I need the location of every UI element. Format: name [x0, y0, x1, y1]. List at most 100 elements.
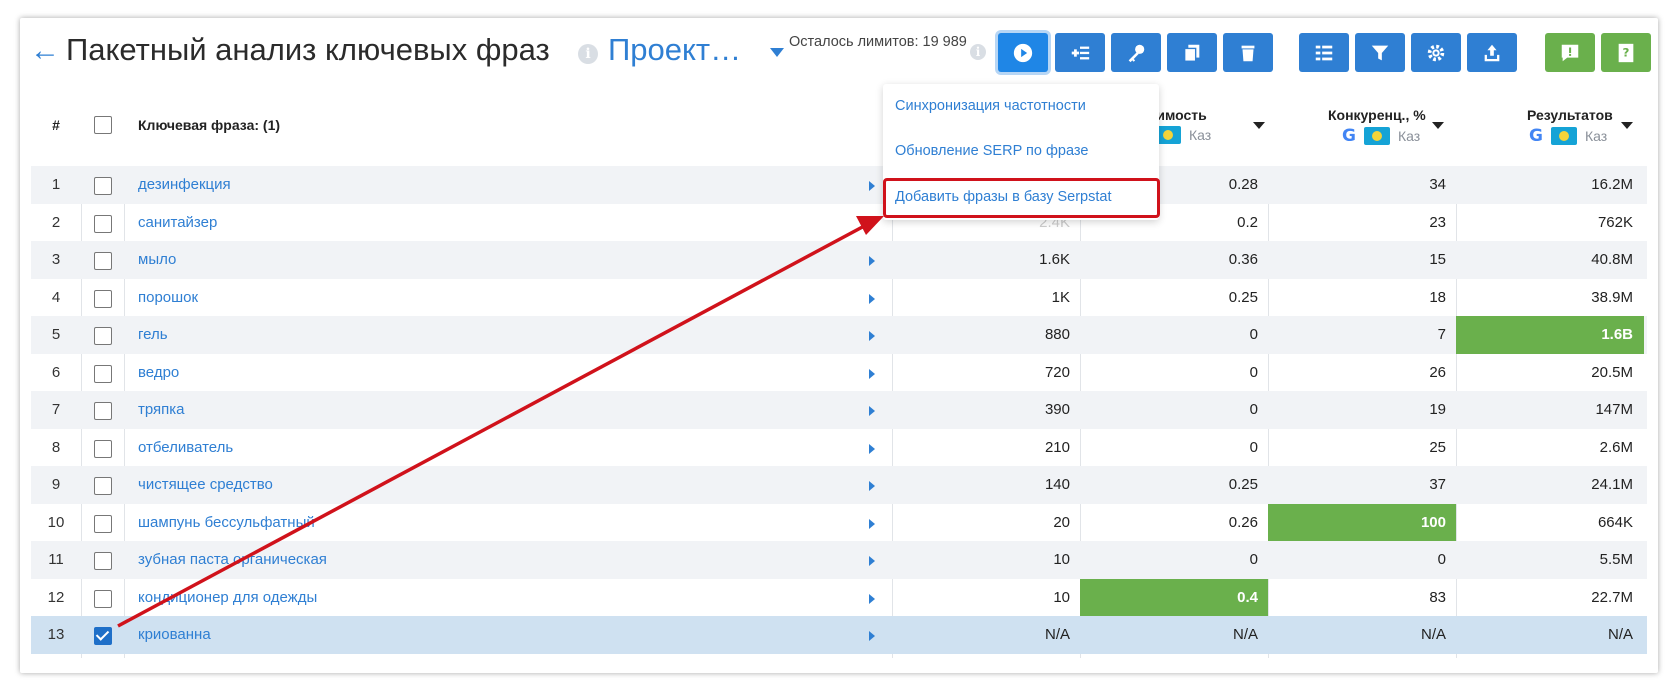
table-row[interactable]: 2 санитайзер 2.4K 0.2 23 762K: [31, 204, 1647, 242]
keywords-button[interactable]: [1111, 33, 1161, 72]
sort-caret-icon[interactable]: [1621, 122, 1633, 129]
region-label: Каз: [1189, 127, 1212, 143]
google-icon: G: [1342, 126, 1356, 146]
row-checkbox[interactable]: [94, 289, 112, 308]
cost-value: 0: [1249, 401, 1258, 418]
row-checkbox[interactable]: [94, 252, 112, 270]
keyword-link[interactable]: мыло: [138, 241, 176, 279]
row-checkbox[interactable]: [94, 552, 112, 570]
keyword-link[interactable]: дезинфекция: [138, 166, 231, 204]
expand-arrow-icon[interactable]: [869, 631, 875, 641]
help-button[interactable]: ?: [1601, 33, 1651, 72]
col-num-header: #: [52, 117, 60, 133]
table-row[interactable]: 3 мыло 1.6K 0.36 15 40.8M: [31, 241, 1647, 279]
expand-arrow-icon[interactable]: [869, 293, 875, 304]
chevron-down-icon[interactable]: [770, 48, 784, 57]
expand-arrow-icon[interactable]: [869, 218, 875, 229]
competition-value: 25: [1429, 438, 1446, 456]
cost-region: Каз: [1155, 126, 1211, 144]
trash-icon: [1241, 45, 1255, 61]
copy-icon: [1183, 44, 1200, 62]
menu-item-update-serp[interactable]: Обновление SERP по фразе: [895, 143, 1088, 159]
menu-item-sync-frequency[interactable]: Синхронизация частотности: [895, 98, 1086, 114]
results-value: 1.6B: [1601, 326, 1633, 343]
expand-arrow-icon[interactable]: [869, 518, 875, 529]
cost-value: 0.26: [1228, 513, 1258, 531]
row-checkbox[interactable]: [94, 627, 112, 645]
volume-value: 210: [1044, 438, 1070, 456]
sort-caret-icon[interactable]: [1432, 122, 1444, 129]
row-checkbox[interactable]: [94, 439, 112, 458]
select-all-checkbox[interactable]: [94, 84, 112, 166]
expand-arrow-icon[interactable]: [869, 256, 875, 266]
expand-arrow-icon[interactable]: [869, 593, 875, 604]
competition-value: N/A: [1420, 626, 1446, 643]
expand-arrow-icon[interactable]: [869, 181, 875, 191]
keyword-link[interactable]: шампунь бессульфатный: [138, 504, 315, 542]
table-row[interactable]: 8 отбеливатель 210 0 25 2.6M: [31, 429, 1647, 467]
competition-value: 7: [1437, 326, 1446, 343]
filter-button[interactable]: [1355, 33, 1405, 72]
keyword-link[interactable]: тряпка: [138, 391, 185, 429]
project-selector[interactable]: Проект…: [608, 32, 741, 68]
settings-button[interactable]: [1411, 33, 1461, 72]
sort-caret-icon[interactable]: [1253, 122, 1265, 129]
keyword-link[interactable]: гель: [138, 316, 168, 354]
copy-button[interactable]: [1167, 33, 1217, 72]
cost-value: 0: [1249, 438, 1258, 456]
keyword-link[interactable]: зубная паста органическая: [138, 541, 327, 579]
expand-arrow-icon[interactable]: [869, 331, 875, 341]
table-row[interactable]: 7 тряпка 390 0 19 147M: [31, 391, 1647, 429]
row-number: 11: [48, 551, 64, 568]
keyword-link[interactable]: чистящее средство: [138, 466, 273, 504]
limits-info-icon[interactable]: i: [970, 44, 986, 60]
row-number: 10: [47, 513, 65, 531]
table-row[interactable]: 1 дезинфекция 0.28 34 16.2M: [31, 166, 1647, 204]
row-checkbox[interactable]: [94, 402, 112, 420]
table-row[interactable]: 4 порошок 1K 0.25 18 38.9M: [31, 279, 1647, 317]
competition-value: 19: [1429, 401, 1446, 418]
results-value: 40.8M: [1591, 251, 1633, 268]
expand-arrow-icon[interactable]: [869, 406, 875, 416]
row-checkbox[interactable]: [94, 514, 112, 533]
svg-text:?: ?: [1623, 45, 1630, 59]
back-arrow-icon[interactable]: ←: [30, 36, 62, 68]
table-row[interactable]: 5 гель 880 0 7 1.6B: [31, 316, 1647, 354]
keyword-link[interactable]: отбеливатель: [138, 429, 233, 467]
row-number: 5: [51, 326, 61, 343]
table-row[interactable]: 12 кондиционер для одежды 10 0.4 83 22.7M: [31, 578, 1647, 617]
row-checkbox[interactable]: [94, 214, 112, 233]
table-row[interactable]: 6 ведро 720 0 26 20.5M: [31, 354, 1647, 392]
expand-arrow-icon[interactable]: [869, 368, 875, 379]
table-row[interactable]: 9 чистящее средство 140 0.25 37 24.1M: [31, 466, 1647, 504]
keyword-link[interactable]: порошок: [138, 279, 198, 317]
keyword-link[interactable]: кондиционер для одежды: [138, 579, 317, 617]
row-checkbox[interactable]: [94, 477, 112, 495]
columns-button[interactable]: [1299, 33, 1349, 72]
table-row[interactable]: 10 шампунь бессульфатный 20 0.26 100 664K: [31, 503, 1647, 542]
run-button[interactable]: [998, 33, 1048, 72]
competition-value: 18: [1429, 288, 1446, 306]
volume-value: 390: [1044, 401, 1070, 418]
row-checkbox[interactable]: [94, 177, 112, 195]
col-phrase-header[interactable]: Ключевая фраза: (1): [138, 84, 280, 166]
keyword-link[interactable]: криованна: [138, 616, 211, 654]
keyword-link[interactable]: санитайзер: [138, 204, 217, 242]
info-icon[interactable]: i: [578, 44, 598, 64]
table-row[interactable]: 11 зубная паста органическая 10 0 0 5.5M: [31, 541, 1647, 579]
competition-region: G Каз: [1342, 126, 1420, 146]
table-row[interactable]: 13 криованна N/A N/A N/A N/A: [31, 616, 1647, 654]
row-checkbox[interactable]: [94, 589, 112, 608]
expand-arrow-icon[interactable]: [869, 443, 875, 454]
row-checkbox[interactable]: [94, 364, 112, 383]
expand-arrow-icon[interactable]: [869, 481, 875, 491]
competition-value: 15: [1429, 251, 1446, 268]
add-phrases-button[interactable]: [1055, 33, 1105, 72]
expand-arrow-icon[interactable]: [869, 556, 875, 566]
competition-value: 83: [1429, 588, 1446, 606]
report-issue-button[interactable]: [1545, 33, 1595, 72]
row-checkbox[interactable]: [94, 327, 112, 345]
keyword-link[interactable]: ведро: [138, 354, 179, 392]
export-button[interactable]: [1467, 33, 1517, 72]
delete-button[interactable]: [1223, 33, 1273, 72]
